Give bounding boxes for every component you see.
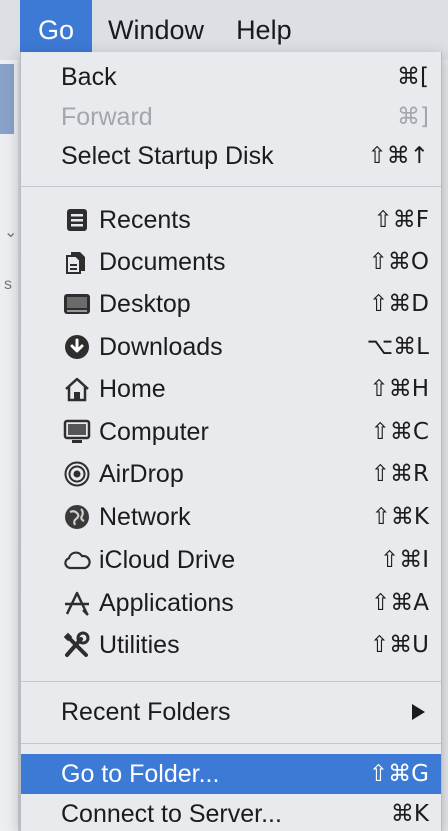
menu-item-network-label: Network (99, 502, 191, 531)
menu-item-documents-label: Documents (99, 247, 226, 276)
submenu-arrow-icon (412, 704, 425, 720)
menubar-window-label: Window (108, 14, 205, 45)
utilities-icon (63, 631, 91, 659)
menu-item-airdrop[interactable]: AirDrop ⇧⌘R (21, 454, 441, 494)
menu-item-select-startup-disk[interactable]: Select Startup Disk ⇧⌘↑ (21, 136, 441, 176)
menubar-go[interactable]: Go (20, 0, 93, 60)
recents-icon (63, 206, 91, 234)
menu-item-downloads[interactable]: Downloads ⌥⌘L (21, 327, 441, 367)
menu-item-back-label: Back (61, 62, 117, 91)
menu-item-computer-shortcut: ⇧⌘C (370, 419, 429, 445)
menu-item-forward: Forward ⌘] (21, 97, 441, 137)
menu-item-utilities-label: Utilities (99, 630, 180, 659)
menu-item-utilities[interactable]: Utilities ⇧⌘U (21, 625, 441, 665)
menu-item-desktop-label: Desktop (99, 289, 191, 318)
menu-item-applications-shortcut: ⇧⌘A (370, 590, 429, 616)
go-menu: Back ⌘[ Forward ⌘] Select Startup Disk ⇧… (20, 52, 442, 831)
menu-item-back[interactable]: Back ⌘[ (21, 57, 441, 97)
background-chevron: ⌄ (4, 224, 18, 241)
menu-item-connect-to-server[interactable]: Connect to Server... ⌘K (21, 794, 441, 831)
computer-icon (63, 418, 91, 446)
menu-separator (21, 681, 441, 682)
menu-bar: Go Window Help (0, 0, 448, 60)
menubar-help-label: Help (236, 14, 292, 45)
menu-item-network-shortcut: ⇧⌘K (371, 504, 429, 530)
menubar-go-label: Go (38, 14, 75, 45)
menu-item-recents-shortcut: ⇧⌘F (373, 207, 429, 233)
menu-item-computer[interactable]: Computer ⇧⌘C (21, 412, 441, 452)
menu-item-airdrop-label: AirDrop (99, 459, 184, 488)
menu-item-desktop[interactable]: Desktop ⇧⌘D (21, 284, 441, 324)
menu-item-downloads-shortcut: ⌥⌘L (366, 334, 429, 360)
screen: ⌄ s Go Window Help Back ⌘[ Forward ⌘] Se… (0, 0, 448, 831)
menu-separator (21, 743, 441, 744)
menu-item-recent-folders[interactable]: Recent Folders (21, 692, 441, 732)
menu-item-recent-folders-label: Recent Folders (61, 697, 231, 726)
menu-item-documents-shortcut: ⇧⌘O (368, 249, 429, 275)
menu-item-icloud-drive-label: iCloud Drive (99, 545, 236, 574)
menu-item-downloads-label: Downloads (99, 332, 223, 361)
menu-item-connect-to-server-label: Connect to Server... (61, 799, 282, 828)
menu-item-go-to-folder-label: Go to Folder... (61, 759, 220, 788)
menu-item-recents[interactable]: Recents ⇧⌘F (21, 200, 441, 240)
home-icon (63, 375, 91, 403)
menu-item-airdrop-shortcut: ⇧⌘R (370, 461, 429, 487)
applications-icon (63, 589, 91, 617)
icloud-icon (63, 546, 91, 574)
menu-item-forward-shortcut: ⌘] (397, 104, 429, 130)
menu-item-connect-to-server-shortcut: ⌘K (390, 801, 429, 827)
menu-item-documents[interactable]: Documents ⇧⌘O (21, 242, 441, 282)
background-text-fragment: s (4, 276, 12, 293)
menu-item-icloud-drive-shortcut: ⇧⌘I (379, 547, 429, 573)
menu-item-home-shortcut: ⇧⌘H (369, 376, 429, 402)
airdrop-icon (63, 460, 91, 488)
menu-item-applications[interactable]: Applications ⇧⌘A (21, 583, 441, 623)
background-window (0, 52, 18, 831)
menu-item-go-to-folder[interactable]: Go to Folder... ⇧⌘G (21, 754, 441, 794)
menu-item-forward-label: Forward (61, 102, 153, 131)
menu-item-applications-label: Applications (99, 588, 234, 617)
menu-item-select-startup-disk-label: Select Startup Disk (61, 141, 274, 170)
downloads-icon (63, 333, 91, 361)
menu-item-recents-label: Recents (99, 205, 191, 234)
menu-item-utilities-shortcut: ⇧⌘U (369, 632, 429, 658)
menu-item-network[interactable]: Network ⇧⌘K (21, 497, 441, 537)
menu-item-icloud-drive[interactable]: iCloud Drive ⇧⌘I (21, 540, 441, 580)
menu-item-computer-label: Computer (99, 417, 209, 446)
menu-item-back-shortcut: ⌘[ (397, 64, 429, 90)
menubar-window[interactable]: Window (92, 0, 220, 60)
desktop-icon (63, 290, 91, 318)
documents-icon (63, 248, 91, 276)
network-icon (63, 503, 91, 531)
menu-item-select-startup-disk-shortcut: ⇧⌘↑ (367, 143, 429, 169)
menu-item-home[interactable]: Home ⇧⌘H (21, 369, 441, 409)
menu-separator (21, 186, 441, 187)
menu-item-go-to-folder-shortcut: ⇧⌘G (368, 761, 429, 787)
background-window-selection (0, 64, 14, 134)
menu-item-home-label: Home (99, 374, 166, 403)
menu-item-desktop-shortcut: ⇧⌘D (369, 291, 429, 317)
menubar-help[interactable]: Help (220, 0, 308, 60)
